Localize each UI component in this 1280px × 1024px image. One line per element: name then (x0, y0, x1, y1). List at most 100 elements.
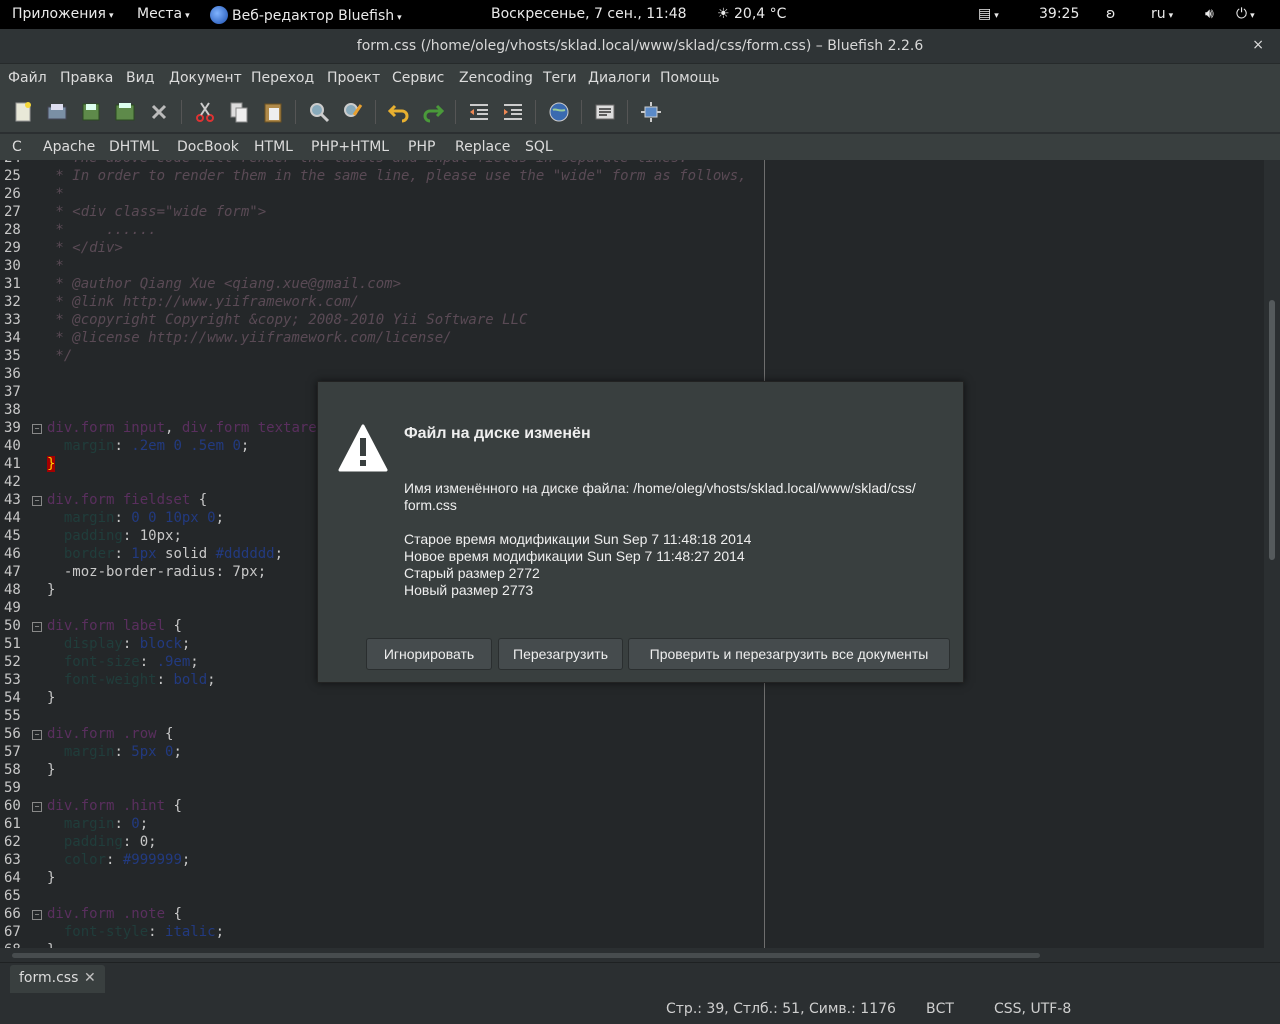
line-number: 55 (4, 708, 21, 724)
menu-view[interactable]: Вид (126, 70, 154, 86)
menu-document[interactable]: Документ (169, 70, 242, 86)
line-number: 59 (4, 780, 21, 796)
fold-toggle-icon[interactable]: − (32, 910, 42, 920)
check-reload-all-button[interactable]: Проверить и перезагрузить все документы (628, 638, 950, 670)
top-panel: Приложения ▾ Места ▾ Веб-редактор Bluefish… (0, 0, 1280, 29)
cut-icon[interactable] (193, 100, 217, 124)
replace-icon[interactable] (341, 100, 365, 124)
file-changed-dialog: Файл на диске изменён Имя изменённого на… (317, 381, 964, 683)
snippet-tab-apache[interactable]: Apache (43, 139, 95, 155)
horizontal-scrollbar-thumb[interactable] (12, 953, 1040, 958)
volume-icon[interactable]: 🔊︎ (1205, 6, 1214, 22)
snippet-tab-replace[interactable]: Replace (455, 139, 510, 155)
sun-icon: ☀ (717, 6, 730, 22)
horizontal-scrollbar[interactable] (0, 948, 1280, 962)
code-line: display: block; (63, 636, 191, 652)
document-tab-label: form.css (19, 970, 79, 986)
menu-go[interactable]: Переход (251, 70, 314, 86)
menu-project[interactable]: Проект (327, 70, 380, 86)
close-icon[interactable] (147, 100, 171, 124)
menu-dialogs[interactable]: Диалоги (588, 70, 651, 86)
save-icon[interactable] (79, 100, 103, 124)
language-encoding[interactable]: CSS, UTF-8 (994, 1001, 1071, 1017)
fold-toggle-icon[interactable]: − (32, 802, 42, 812)
insert-mode[interactable]: ВСТ (926, 1001, 954, 1017)
menu-tools[interactable]: Сервис (392, 70, 444, 86)
dialog-new-mtime: Новое время модификации Sun Sep 7 11:48:… (404, 548, 745, 564)
redo-icon[interactable] (421, 100, 445, 124)
find-icon[interactable] (307, 100, 331, 124)
code-line: div.form .row { (47, 726, 174, 742)
save-all-icon[interactable] (113, 100, 137, 124)
reload-button[interactable]: Перезагрузить (498, 638, 623, 670)
snippet-tab-html[interactable]: HTML (254, 139, 293, 155)
snippet-tab-php[interactable]: PHP (408, 139, 435, 155)
chevron-down-icon: ▾ (1168, 11, 1174, 21)
line-number: 49 (4, 600, 21, 616)
toolbar-separator (375, 100, 376, 124)
code-line: } (47, 456, 56, 472)
line-number: 54 (4, 690, 21, 706)
ignore-button[interactable]: Игнорировать (366, 638, 492, 670)
paste-icon[interactable] (261, 100, 285, 124)
menu-file[interactable]: Файл (8, 70, 47, 86)
undo-icon[interactable] (387, 100, 411, 124)
char-map-icon[interactable] (593, 100, 617, 124)
fold-toggle-icon[interactable]: − (32, 622, 42, 632)
dialog-old-mtime: Старое время модификации Sun Sep 7 11:48… (404, 531, 752, 547)
copy-icon[interactable] (227, 100, 251, 124)
document-tabs: form.css ✕ (0, 962, 1280, 995)
snippet-tab-php-html[interactable]: PHP+HTML (311, 139, 389, 155)
vertical-scrollbar-thumb[interactable] (1269, 300, 1275, 560)
menu-edit[interactable]: Правка (60, 70, 113, 86)
indent-icon[interactable] (501, 100, 525, 124)
snippet-tab-dhtml[interactable]: DHTML (109, 139, 159, 155)
line-number: 64 (4, 870, 21, 886)
places-menu[interactable]: Места ▾ (137, 6, 190, 22)
applications-menu[interactable]: Приложения ▾ (12, 6, 113, 22)
line-number: 61 (4, 816, 21, 832)
code-line: } (47, 690, 56, 706)
code-line: * (47, 186, 64, 202)
weather-indicator[interactable]: ☀ 20,4 °C (717, 6, 786, 22)
snippet-tab-sql[interactable]: SQL (525, 139, 553, 155)
code-line: div.form fieldset { (47, 492, 208, 508)
new-file-icon[interactable] (11, 100, 35, 124)
fold-toggle-icon[interactable]: − (32, 424, 42, 434)
dialog-new-size: Новый размер 2773 (404, 582, 534, 598)
clipboard-indicator[interactable]: ▤ ▾ (978, 6, 999, 22)
code-line: * @link http://www.yiiframework.com/ (47, 294, 359, 310)
network-icon[interactable]: ʚ (1106, 6, 1115, 22)
cursor-position: Стр.: 39, Стлб.: 51, Симв.: 1176 (666, 1001, 896, 1017)
document-tab-form-css[interactable]: form.css ✕ (10, 965, 105, 993)
snippet-tab-docbook[interactable]: DocBook (177, 139, 239, 155)
menu-zencoding[interactable]: Zencoding (459, 70, 533, 86)
line-number: 39 (4, 420, 21, 436)
unindent-icon[interactable] (467, 100, 491, 124)
clipboard-icon: ▤ (978, 6, 992, 22)
snippet-tab-c[interactable]: C (12, 139, 22, 155)
fullscreen-icon[interactable] (639, 100, 663, 124)
menu-help[interactable]: Помощь (660, 70, 720, 86)
line-number: 38 (4, 402, 21, 418)
battery-time[interactable]: 39:25 (1039, 6, 1079, 22)
preview-icon[interactable] (547, 100, 571, 124)
line-number: 37 (4, 384, 21, 400)
active-app-label: Веб-редактор Bluefish (232, 8, 395, 24)
fold-toggle-icon[interactable]: − (32, 496, 42, 506)
line-number: 41 (4, 456, 21, 472)
close-tab-icon[interactable]: ✕ (84, 970, 96, 986)
keyboard-layout[interactable]: ru ▾ (1151, 6, 1173, 22)
code-line: * The above code will render the labels … (47, 160, 687, 166)
fold-toggle-icon[interactable]: − (32, 730, 42, 740)
line-number: 31 (4, 276, 21, 292)
code-line: * ...... (47, 222, 157, 238)
power-icon[interactable]: ⏻ ▾ (1236, 6, 1255, 22)
active-app-menu[interactable]: Веб-редактор Bluefish ▾ (210, 6, 402, 24)
menu-tags[interactable]: Теги (543, 70, 577, 86)
code-line: div.form input, div.form textarea (47, 420, 326, 436)
vertical-scrollbar[interactable] (1264, 160, 1280, 948)
clock[interactable]: Воскресенье, 7 сен., 11:48 (491, 6, 687, 22)
window-close-button[interactable]: × (1252, 37, 1264, 53)
open-file-icon[interactable] (45, 100, 69, 124)
